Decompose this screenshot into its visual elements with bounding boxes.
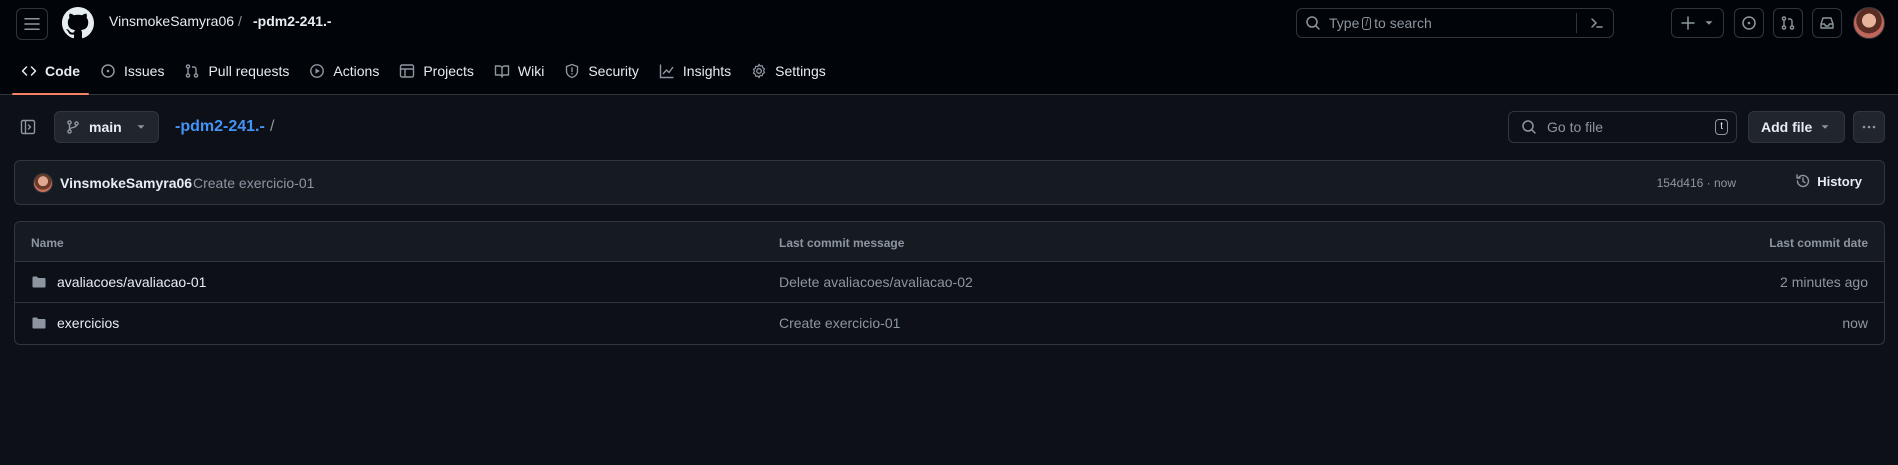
avatar[interactable]: [1853, 7, 1885, 39]
kebab-horizontal-icon: [1862, 125, 1876, 129]
owner-link[interactable]: VinsmokeSamyra06: [109, 13, 234, 29]
tab-label: Security: [588, 63, 639, 79]
breadcrumb-separator: /: [238, 13, 242, 29]
repo-nav-tabs: Code Issues Pull requests Actions Projec…: [12, 53, 837, 95]
github-logo-icon[interactable]: [62, 7, 94, 39]
gear-icon: [753, 63, 766, 79]
more-options-button[interactable]: [1853, 111, 1885, 143]
commit-message[interactable]: Create exercicio-01: [193, 175, 314, 191]
inbox-button[interactable]: [1812, 8, 1842, 38]
go-to-file-shortcut: t: [1715, 119, 1728, 135]
file-table: Name Last commit message Last commit dat…: [14, 221, 1885, 345]
git-branch-icon: [67, 120, 79, 134]
commit-sha-time[interactable]: 154d416 · now: [1657, 176, 1736, 190]
tab-label: Insights: [682, 63, 732, 79]
pull-request-icon: [186, 64, 199, 78]
history-label: History: [1817, 173, 1862, 189]
code-icon: [21, 66, 37, 76]
file-commit-message[interactable]: Delete avaliacoes/avaliacao-02: [779, 274, 973, 290]
table-header: Name Last commit message Last commit dat…: [15, 222, 1884, 262]
commit-author-avatar[interactable]: [33, 173, 53, 193]
file-commit-date: 2 minutes ago: [1780, 274, 1868, 290]
tab-label: Wiki: [517, 63, 545, 79]
hamburger-icon: [24, 18, 40, 30]
sidebar-expand-icon[interactable]: [20, 119, 36, 135]
tab-label: Settings: [775, 63, 826, 79]
search-input[interactable]: Type / to search: [1296, 8, 1614, 38]
file-name-link[interactable]: exercicios: [57, 315, 119, 331]
tab-pull-requests[interactable]: Pull requests: [175, 53, 298, 89]
inbox-icon: [1820, 17, 1834, 29]
global-header: VinsmokeSamyra06 / -pdm2-241.- Type / to…: [0, 0, 1898, 95]
menu-button[interactable]: [16, 8, 48, 40]
plus-icon: [1680, 16, 1695, 30]
table-icon: [400, 64, 415, 78]
search-placeholder-prefix: Type: [1329, 15, 1360, 31]
repo-link[interactable]: -pdm2-241.-: [253, 13, 332, 29]
tab-settings[interactable]: Settings: [742, 53, 835, 89]
add-file-label: Add file: [1761, 119, 1813, 135]
tab-issues[interactable]: Issues: [91, 53, 173, 89]
tab-label: Issues: [124, 63, 165, 79]
tab-label: Projects: [423, 63, 474, 79]
tab-actions[interactable]: Actions: [300, 53, 388, 89]
tab-wiki[interactable]: Wiki: [485, 53, 553, 89]
table-row[interactable]: exercicios Create exercicio-01 now: [15, 303, 1884, 344]
tab-projects[interactable]: Projects: [390, 53, 483, 89]
go-to-file-placeholder: Go to file: [1547, 119, 1604, 135]
tab-security[interactable]: Security: [555, 53, 648, 89]
branch-select-button[interactable]: main: [54, 111, 159, 143]
branch-name: main: [89, 119, 122, 135]
path-separator: /: [270, 118, 275, 135]
tab-label: Code: [45, 63, 80, 79]
add-file-button[interactable]: Add file: [1748, 111, 1845, 143]
create-new-button[interactable]: [1671, 8, 1724, 38]
history-button[interactable]: History: [1795, 173, 1862, 189]
folder-icon: [32, 276, 46, 288]
commit-author[interactable]: VinsmokeSamyra06: [60, 175, 192, 191]
issue-icon: [101, 64, 115, 78]
top-bar: VinsmokeSamyra06 / -pdm2-241.- Type / to…: [0, 0, 1898, 46]
file-commit-date: now: [1842, 315, 1868, 331]
tab-label: Pull requests: [208, 63, 290, 79]
table-row[interactable]: avaliacoes/avaliacao-01 Delete avaliacoe…: [15, 262, 1884, 303]
search-icon: [1306, 16, 1320, 30]
search-divider: [1576, 13, 1577, 33]
latest-commit-bar: VinsmokeSamyra06 Create exercicio-01 154…: [14, 160, 1885, 205]
file-commit-message[interactable]: Create exercicio-01: [779, 315, 900, 331]
file-toolbar: main -pdm2-241.- / Go to file t Add file: [0, 110, 1898, 144]
folder-icon: [32, 317, 46, 329]
tab-code[interactable]: Code: [12, 53, 89, 95]
shield-icon: [566, 63, 579, 79]
tab-insights[interactable]: Insights: [650, 53, 740, 89]
search-placeholder-suffix: to search: [1374, 15, 1432, 31]
play-icon: [310, 64, 325, 78]
column-commit-message: Last commit message: [779, 236, 905, 250]
path-repo-link[interactable]: -pdm2-241.-: [175, 118, 265, 136]
triangle-down-icon: [1821, 125, 1829, 129]
tab-label: Actions: [333, 63, 380, 79]
file-name-link[interactable]: avaliacoes/avaliacao-01: [57, 274, 206, 290]
issue-opened-icon: [1742, 16, 1756, 30]
triangle-down-icon: [1705, 21, 1712, 25]
issues-button[interactable]: [1734, 8, 1764, 38]
search-icon: [1522, 120, 1536, 134]
graph-icon: [659, 64, 674, 79]
book-icon: [494, 65, 510, 78]
triangle-down-icon: [137, 125, 145, 129]
go-to-file-input[interactable]: Go to file t: [1508, 111, 1737, 143]
command-palette-icon[interactable]: [1589, 15, 1605, 31]
column-name: Name: [31, 236, 64, 250]
history-icon: [1796, 174, 1810, 188]
column-commit-date: Last commit date: [1769, 236, 1868, 250]
pull-requests-button[interactable]: [1773, 8, 1803, 38]
git-pull-request-icon: [1781, 16, 1795, 30]
search-shortcut-key: /: [1362, 16, 1372, 30]
